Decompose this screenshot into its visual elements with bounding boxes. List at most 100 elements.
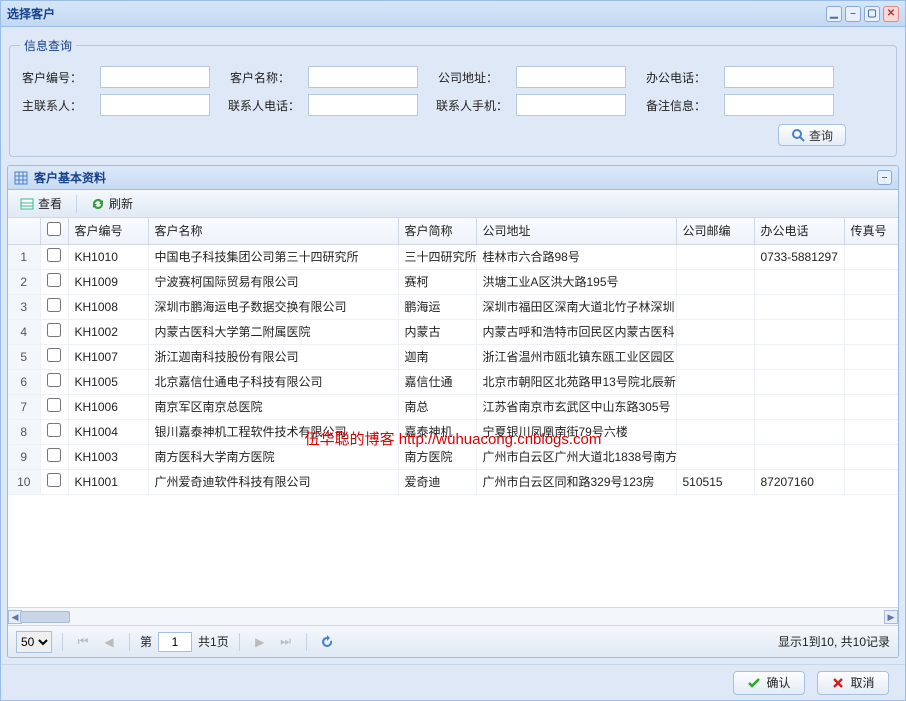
query-button[interactable]: 查询 xyxy=(778,124,846,146)
maximize-button[interactable]: ▢ xyxy=(864,6,880,22)
cancel-button[interactable]: 取消 xyxy=(817,671,889,695)
cell-fax xyxy=(844,369,898,394)
row-checkbox[interactable] xyxy=(47,248,61,262)
cell-customer-name: 南京军区南京总医院 xyxy=(148,394,398,419)
input-contact-mobile[interactable] xyxy=(516,94,626,116)
cell-rownum: 3 xyxy=(8,294,40,319)
table-row[interactable]: 9KH1003南方医科大学南方医院南方医院广州市白云区广州大道北1838号南方 xyxy=(8,444,898,469)
table-row[interactable]: 2KH1009宁波赛柯国际贸易有限公司赛柯洪塘工业A区洪大路195号 xyxy=(8,269,898,294)
cell-checkbox[interactable] xyxy=(40,319,68,344)
first-page-button[interactable]: ⏮ xyxy=(73,632,93,652)
label-company-addr: 公司地址： xyxy=(436,69,498,86)
table-icon xyxy=(20,197,34,211)
table-row[interactable]: 1KH1010中国电子科技集团公司第三十四研究所三十四研究所桂林市六合路98号0… xyxy=(8,244,898,269)
table-row[interactable]: 5KH1007浙江迦南科技股份有限公司迦南浙江省温州市瓯北镇东瓯工业区园区 xyxy=(8,344,898,369)
checkbox-all[interactable] xyxy=(47,222,61,236)
cell-checkbox[interactable] xyxy=(40,344,68,369)
col-fax[interactable]: 传真号 xyxy=(844,218,898,244)
cell-office-phone xyxy=(754,344,844,369)
header-row: 客户编号 客户名称 客户简称 公司地址 公司邮编 办公电话 传真号 xyxy=(8,218,898,244)
cell-company-addr: 宁夏银川凤凰南街79号六楼 xyxy=(476,419,676,444)
col-customer-name[interactable]: 客户名称 xyxy=(148,218,398,244)
cell-checkbox[interactable] xyxy=(40,444,68,469)
table-row[interactable]: 6KH1005北京嘉信仕通电子科技有限公司嘉信仕通北京市朝阳区北苑路甲13号院北… xyxy=(8,369,898,394)
grid-area[interactable]: 客户编号 客户名称 客户简称 公司地址 公司邮编 办公电话 传真号 1KH101… xyxy=(8,218,898,607)
input-company-addr[interactable] xyxy=(516,66,626,88)
title-bar: 选择客户 ▁ – ▢ ✕ xyxy=(1,1,905,27)
input-customer-name[interactable] xyxy=(308,66,418,88)
prev-page-button[interactable]: ◀ xyxy=(99,632,119,652)
row-checkbox[interactable] xyxy=(47,473,61,487)
row-checkbox[interactable] xyxy=(47,373,61,387)
row-checkbox[interactable] xyxy=(47,348,61,362)
col-checkbox[interactable] xyxy=(40,218,68,244)
next-page-button[interactable]: ▶ xyxy=(250,632,270,652)
row-checkbox[interactable] xyxy=(47,448,61,462)
cell-checkbox[interactable] xyxy=(40,244,68,269)
table-row[interactable]: 10KH1001广州爱奇迪软件科技有限公司爱奇迪广州市白云区同和路329号123… xyxy=(8,469,898,494)
input-remark[interactable] xyxy=(724,94,834,116)
page-size-select[interactable]: 50 xyxy=(16,631,52,653)
cell-office-phone xyxy=(754,394,844,419)
pager-refresh-button[interactable] xyxy=(317,632,337,652)
cell-customer-name: 北京嘉信仕通电子科技有限公司 xyxy=(148,369,398,394)
col-short-name[interactable]: 客户简称 xyxy=(398,218,476,244)
search-legend: 信息查询 xyxy=(20,37,76,54)
input-customer-no[interactable] xyxy=(100,66,210,88)
table-row[interactable]: 4KH1002内蒙古医科大学第二附属医院内蒙古内蒙古呼和浩特市回民区内蒙古医科 xyxy=(8,319,898,344)
cell-rownum: 1 xyxy=(8,244,40,269)
table-row[interactable]: 8KH1004银川嘉泰神机工程软件技术有限公司嘉泰神机宁夏银川凤凰南街79号六楼 xyxy=(8,419,898,444)
col-rownum xyxy=(8,218,40,244)
cell-company-addr: 广州市白云区同和路329号123房 xyxy=(476,469,676,494)
col-company-zip[interactable]: 公司邮编 xyxy=(676,218,754,244)
col-office-phone[interactable]: 办公电话 xyxy=(754,218,844,244)
grid-icon xyxy=(14,171,28,185)
cell-short-name: 赛柯 xyxy=(398,269,476,294)
row-checkbox[interactable] xyxy=(47,398,61,412)
col-company-addr[interactable]: 公司地址 xyxy=(476,218,676,244)
view-button[interactable]: 查看 xyxy=(14,193,68,215)
cell-rownum: 9 xyxy=(8,444,40,469)
table-row[interactable]: 3KH1008深圳市鹏海运电子数据交换有限公司鹏海运深圳市福田区深南大道北竹子林… xyxy=(8,294,898,319)
cell-checkbox[interactable] xyxy=(40,294,68,319)
label-remark: 备注信息： xyxy=(644,97,706,114)
last-page-button[interactable]: ⏭ xyxy=(276,632,296,652)
cell-checkbox[interactable] xyxy=(40,394,68,419)
row-checkbox[interactable] xyxy=(47,423,61,437)
cell-office-phone xyxy=(754,369,844,394)
cell-company-addr: 桂林市六合路98号 xyxy=(476,244,676,269)
cell-checkbox[interactable] xyxy=(40,369,68,394)
row-checkbox[interactable] xyxy=(47,323,61,337)
input-main-contact[interactable] xyxy=(100,94,210,116)
cell-company-addr: 江苏省南京市玄武区中山东路305号 xyxy=(476,394,676,419)
panel-title: 客户基本资料 xyxy=(34,169,106,186)
scroll-right-arrow[interactable]: ▶ xyxy=(884,610,898,624)
cell-company-zip xyxy=(676,444,754,469)
cell-company-addr: 内蒙古呼和浩特市回民区内蒙古医科 xyxy=(476,319,676,344)
close-button[interactable]: ✕ xyxy=(883,6,899,22)
cell-company-zip xyxy=(676,244,754,269)
cell-customer-name: 宁波赛柯国际贸易有限公司 xyxy=(148,269,398,294)
ok-button[interactable]: 确认 xyxy=(733,671,805,695)
input-contact-phone[interactable] xyxy=(308,94,418,116)
input-office-phone[interactable] xyxy=(724,66,834,88)
cell-checkbox[interactable] xyxy=(40,469,68,494)
page-input[interactable] xyxy=(158,632,192,652)
col-customer-no[interactable]: 客户编号 xyxy=(68,218,148,244)
refresh-button[interactable]: 刷新 xyxy=(85,193,139,215)
cell-fax xyxy=(844,294,898,319)
cell-company-addr: 洪塘工业A区洪大路195号 xyxy=(476,269,676,294)
collapse-up-button[interactable]: ▁ xyxy=(826,6,842,22)
cell-checkbox[interactable] xyxy=(40,419,68,444)
scroll-thumb[interactable] xyxy=(20,611,70,623)
cell-rownum: 10 xyxy=(8,469,40,494)
cell-customer-name: 中国电子科技集团公司第三十四研究所 xyxy=(148,244,398,269)
data-grid: 客户编号 客户名称 客户简称 公司地址 公司邮编 办公电话 传真号 1KH101… xyxy=(8,218,898,495)
panel-collapse-button[interactable]: – xyxy=(877,170,892,185)
cell-checkbox[interactable] xyxy=(40,269,68,294)
table-row[interactable]: 7KH1006南京军区南京总医院南总江苏省南京市玄武区中山东路305号 xyxy=(8,394,898,419)
row-checkbox[interactable] xyxy=(47,298,61,312)
horizontal-scrollbar[interactable]: ◀ ▶ xyxy=(8,607,898,625)
row-checkbox[interactable] xyxy=(47,273,61,287)
minimize-button[interactable]: – xyxy=(845,6,861,22)
